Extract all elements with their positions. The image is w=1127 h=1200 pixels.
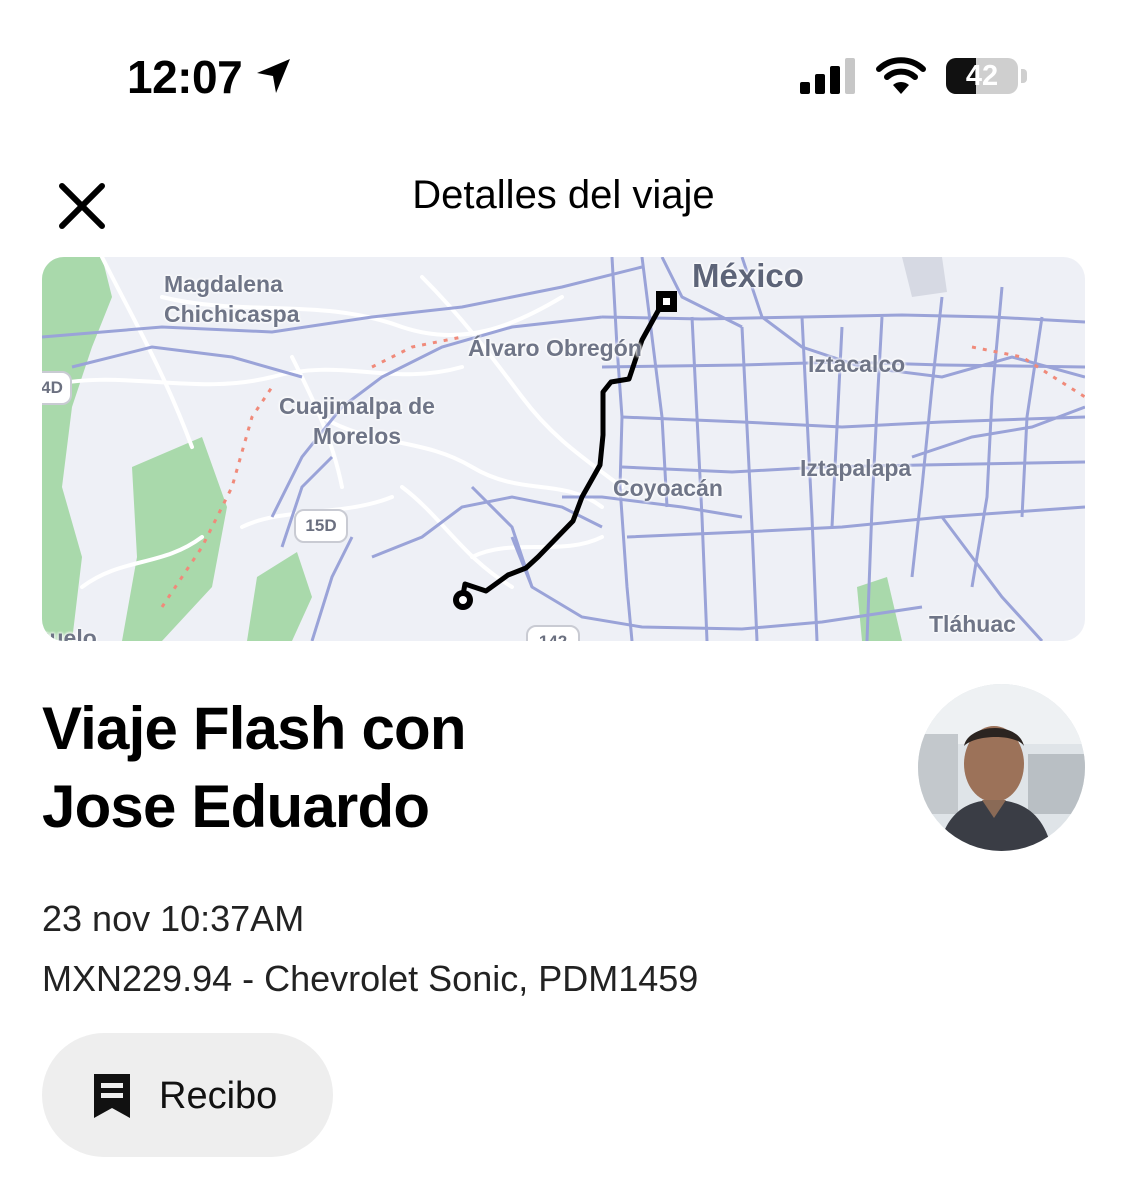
receipt-button[interactable]: Recibo: [42, 1033, 333, 1157]
highway-shield-4d: 4D: [42, 371, 72, 405]
battery-level: 42: [965, 59, 999, 92]
map-label-zuelo: zuelo: [42, 625, 97, 641]
map-label-magdalena: Magdalena Chichicaspa: [164, 271, 300, 327]
battery-icon: 42: [946, 58, 1018, 94]
map-label-tlahuac: Tláhuac: [929, 611, 1016, 637]
signal-icon: [800, 58, 855, 94]
highway-shield-142: 142: [526, 625, 580, 641]
map-label-iztapalapa: Iztapalapa: [800, 455, 912, 481]
trip-price-vehicle: MXN229.94 - Chevrolet Sonic, PDM1459: [42, 958, 699, 999]
receipt-icon: [94, 1074, 130, 1118]
trip-map[interactable]: México Magdalena Chichicaspa Álvaro Obre…: [42, 257, 1085, 641]
map-label-coyoacan: Coyoacán: [613, 475, 723, 501]
trip-title: Viaje Flash con Jose Eduardo: [42, 695, 467, 840]
driver-photo: [918, 684, 1085, 851]
map-label-iztacalco: Iztacalco: [808, 351, 906, 377]
map-label-mexico: México: [692, 257, 804, 294]
map-label-alvaro-obregon: Álvaro Obregón: [468, 335, 642, 361]
location-arrow-icon: [257, 59, 290, 93]
status-time: 12:07: [127, 51, 243, 103]
page-title: Detalles del viaje: [412, 173, 715, 217]
map-label-cuajimalpa: Cuajimalpa de Morelos: [279, 393, 435, 449]
wifi-icon: [876, 57, 926, 94]
trip-date: 23 nov 10:37AM: [42, 898, 305, 939]
receipt-label: Recibo: [159, 1075, 278, 1117]
battery-nub: [1021, 69, 1027, 83]
highway-shield-15d: 15D: [294, 509, 348, 543]
driver-avatar[interactable]: [918, 684, 1085, 851]
